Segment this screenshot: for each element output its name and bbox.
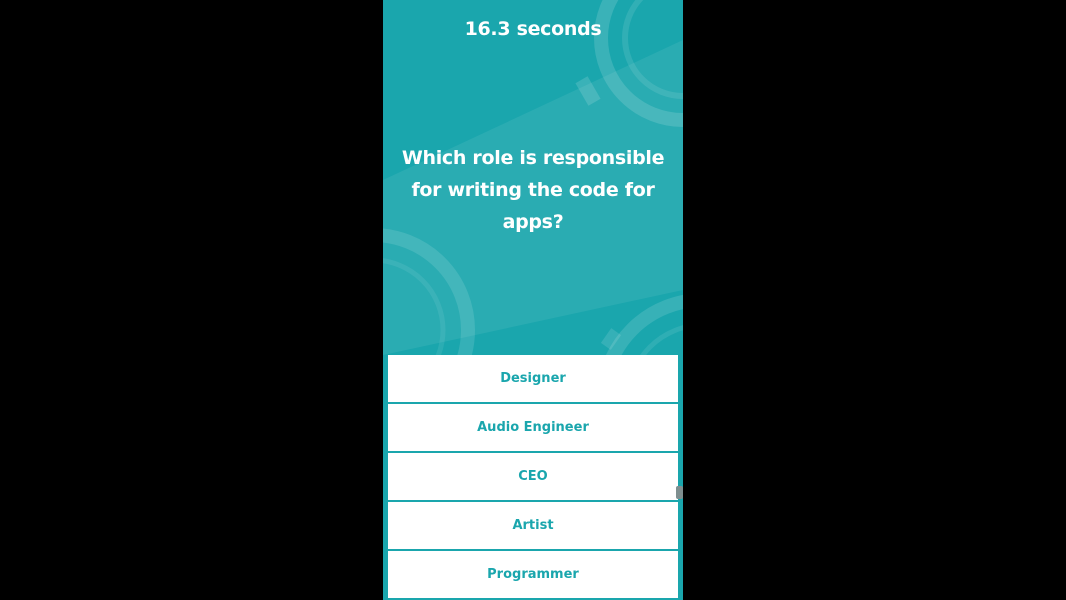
answer-option-ceo[interactable]: CEO — [388, 453, 678, 500]
answer-list: Designer Audio Engineer CEO Artist Progr… — [388, 355, 678, 600]
quiz-screen: 16.3 seconds Which role is responsible f… — [383, 0, 683, 600]
question-text: Which role is responsible for writing th… — [401, 147, 665, 233]
answer-label: Programmer — [487, 567, 579, 582]
answer-label: Artist — [512, 518, 554, 533]
answer-label: CEO — [518, 469, 548, 484]
answer-label: Audio Engineer — [477, 420, 589, 435]
answer-label: Designer — [500, 371, 566, 386]
answer-option-designer[interactable]: Designer — [388, 355, 678, 402]
app-stage: 16.3 seconds Which role is responsible f… — [0, 0, 1066, 600]
answer-option-audio-engineer[interactable]: Audio Engineer — [388, 404, 678, 451]
timer-text: 16.3 seconds — [464, 18, 602, 40]
answer-option-artist[interactable]: Artist — [388, 502, 678, 549]
answer-option-programmer[interactable]: Programmer — [388, 551, 678, 598]
scrollbar-handle[interactable] — [676, 486, 683, 499]
